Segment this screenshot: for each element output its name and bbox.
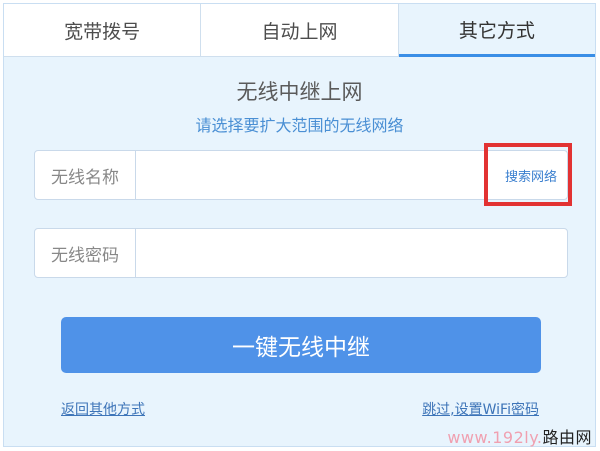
wizard-panel: 宽带拨号 自动上网 其它方式 无线中继上网 请选择要扩大范围的无线网络 无线名称… xyxy=(3,3,596,447)
watermark-url: www.192ly. xyxy=(447,428,543,447)
watermark-brand: 路由网 xyxy=(542,428,592,447)
skip-set-wifi-password-link[interactable]: 跳过,设置WiFi密码 xyxy=(422,399,539,419)
password-label: 无线密码 xyxy=(35,229,136,277)
highlight-annotation-box xyxy=(484,143,572,206)
password-field: 无线密码 xyxy=(34,228,568,278)
tab-bar: 宽带拨号 自动上网 其它方式 xyxy=(4,4,595,57)
ssid-label: 无线名称 xyxy=(35,151,136,199)
tab-broadband-dialup[interactable]: 宽带拨号 xyxy=(4,4,202,57)
tab-other-methods[interactable]: 其它方式 xyxy=(398,4,595,57)
page-title: 无线中继上网 xyxy=(236,80,363,104)
tab-auto-connect[interactable]: 自动上网 xyxy=(201,4,399,57)
one-click-repeater-button[interactable]: 一键无线中继 xyxy=(61,317,541,373)
watermark: www.192ly.路由网 xyxy=(447,424,592,448)
back-to-other-methods-link[interactable]: 返回其他方式 xyxy=(61,399,145,419)
password-input[interactable] xyxy=(136,229,567,277)
page-subtitle: 请选择要扩大范围的无线网络 xyxy=(195,116,404,135)
